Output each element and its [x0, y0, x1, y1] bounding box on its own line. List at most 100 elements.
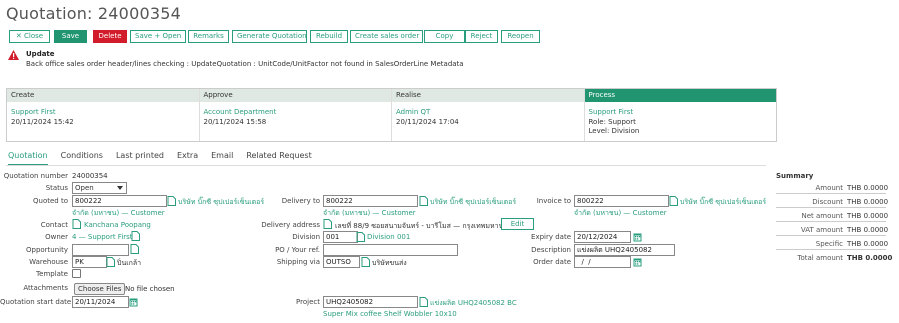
owner-link[interactable]: 4 — Support First — [72, 233, 133, 241]
shipping-via-input[interactable]: OUTSO — [323, 256, 360, 268]
invoice-to-customer-sub[interactable]: จำกัด (มหาชน) — Customer — [574, 208, 667, 219]
summary-divider — [776, 193, 886, 194]
summary-discount-value: THB 0.0000 — [847, 198, 889, 206]
tab-last-printed[interactable]: Last printed — [116, 151, 164, 166]
summary-divider — [776, 207, 886, 208]
calendar-icon[interactable] — [633, 232, 642, 242]
step-header: Process — [584, 89, 776, 102]
tab-related-request[interactable]: Related Request — [246, 151, 311, 166]
step-header: Create — [7, 89, 199, 102]
alert-title: Update — [26, 50, 55, 58]
delivery-to-customer-sub[interactable]: จำกัด (มหาชน) — Customer — [323, 208, 416, 219]
step-user-link[interactable]: Support First — [585, 108, 777, 116]
step-user-link[interactable]: Support First — [7, 108, 199, 116]
tab-email[interactable]: Email — [211, 151, 233, 166]
po-ref-input[interactable] — [323, 244, 458, 256]
step-role: Role: Support — [588, 118, 636, 126]
tab-conditions[interactable]: Conditions — [61, 151, 103, 166]
project-link[interactable]: แข่งผลิต UHQ2405082 BC — [430, 298, 517, 309]
quoted-to-label: Quoted to — [33, 197, 68, 205]
document-icon[interactable] — [72, 219, 81, 229]
project-input[interactable]: UHQ2405082 — [323, 296, 418, 308]
calendar-icon[interactable] — [633, 257, 642, 267]
page-title: Quotation: 24000354 — [6, 4, 181, 23]
start-date-input[interactable]: 20/11/2024 — [72, 296, 129, 308]
document-icon[interactable] — [356, 232, 365, 242]
file-status: No file chosen — [125, 285, 175, 293]
remarks-button[interactable]: Remarks — [188, 30, 229, 43]
document-icon[interactable] — [669, 196, 678, 206]
quoted-to-input[interactable]: 800222 — [72, 195, 167, 207]
reject-button[interactable]: Reject — [465, 30, 498, 43]
warehouse-input[interactable]: PK — [72, 256, 107, 268]
opportunity-input[interactable] — [72, 244, 129, 256]
alert-message: Back office sales order header/lines che… — [26, 60, 464, 68]
copy-button[interactable]: Copy — [424, 30, 465, 43]
tab-bar: Quotation Conditions Last printed Extra … — [8, 151, 325, 166]
summary-specific-value: THB 0.0000 — [847, 240, 889, 248]
delete-button[interactable]: Delete — [93, 30, 127, 43]
close-button[interactable]: ✕ Close — [9, 30, 50, 43]
workflow-step-realise: Realise Admin QT 20/11/2024 17:04 — [392, 89, 585, 141]
quoted-to-customer-sub[interactable]: จำกัด (มหาชน) — Customer — [72, 208, 165, 219]
document-icon[interactable] — [167, 196, 176, 206]
delivery-to-input[interactable]: 800222 — [323, 195, 418, 207]
quotation-number-value: 24000354 — [72, 172, 108, 180]
calendar-icon[interactable] — [129, 297, 138, 307]
template-label: Template — [36, 270, 68, 278]
save-open-button[interactable]: Save + Open — [130, 30, 186, 43]
rebuild-button[interactable]: Rebuild — [310, 30, 348, 43]
document-icon[interactable] — [323, 219, 332, 229]
status-select[interactable]: Open — [72, 182, 127, 194]
project-sub[interactable]: Super Mix coffee Shelf Wobbler 10x10 — [323, 310, 457, 318]
edit-address-button[interactable]: Edit — [501, 218, 534, 230]
invoice-to-label: Invoice to — [536, 197, 571, 205]
division-input[interactable]: 001 — [323, 231, 358, 243]
close-icon: ✕ — [15, 32, 24, 40]
document-icon[interactable] — [361, 257, 370, 267]
create-sales-order-button[interactable]: Create sales order — [350, 30, 423, 43]
division-link[interactable]: Division 001 — [367, 233, 410, 241]
warehouse-label: Warehouse — [29, 258, 68, 266]
division-label: Division — [292, 233, 320, 241]
description-input[interactable]: แข่งผลิต UHQ2405082 — [574, 244, 675, 256]
step-timestamp: 20/11/2024 17:04 — [396, 118, 459, 126]
delivery-to-label: Delivery to — [281, 197, 320, 205]
summary-divider — [776, 221, 886, 222]
step-user-link[interactable]: Admin QT — [392, 108, 584, 116]
invoice-to-input[interactable]: 800222 — [574, 195, 669, 207]
document-icon[interactable] — [130, 244, 139, 254]
contact-label: Contact — [40, 221, 68, 229]
workflow-step-approve: Approve Account Department 20/11/2024 15… — [199, 89, 392, 141]
document-icon[interactable] — [106, 257, 115, 267]
tab-quotation[interactable]: Quotation — [8, 151, 48, 166]
template-checkbox[interactable] — [72, 269, 81, 278]
status-value: Open — [75, 184, 94, 192]
step-timestamp: 20/11/2024 15:58 — [203, 118, 267, 126]
step-user-link[interactable]: Account Department — [200, 108, 392, 116]
po-ref-label: PO / Your ref. — [275, 246, 320, 254]
step-level: Level: Division — [588, 127, 640, 135]
summary-title: Summary — [776, 172, 814, 180]
document-icon[interactable] — [131, 231, 140, 241]
order-date-label: Order date — [533, 258, 571, 266]
shipping-via-name: บริษัทขนส่ง — [372, 259, 407, 267]
tab-divider — [6, 165, 766, 166]
summary-vat-value: THB 0.0000 — [847, 226, 889, 234]
tab-extra[interactable]: Extra — [177, 151, 198, 166]
choose-files-button[interactable]: Choose Files — [74, 283, 126, 295]
delivery-address-label: Delivery address — [261, 221, 320, 229]
summary-amount-label: Amount — [815, 184, 843, 192]
expiry-date-input[interactable]: 20/12/2024 — [574, 231, 631, 243]
order-date-input[interactable]: / / — [574, 256, 631, 268]
workflow-step-create: Create Support First 20/11/2024 15:42 — [7, 89, 200, 141]
document-icon[interactable] — [419, 196, 428, 206]
summary-vat-label: VAT amount — [800, 226, 843, 234]
document-icon[interactable] — [419, 297, 428, 307]
save-button[interactable]: Save — [54, 30, 87, 43]
generate-quotation-button[interactable]: Generate Quotation — [232, 30, 307, 43]
contact-link[interactable]: Kanchana Poopang — [84, 221, 151, 229]
invoice-to-customer-link[interactable]: บริษัท บิ๊กซี ซุปเปอร์เซ็นเตอร์ — [680, 197, 766, 208]
summary-total-label: Total amount — [797, 254, 843, 262]
reopen-button[interactable]: Reopen — [501, 30, 540, 43]
